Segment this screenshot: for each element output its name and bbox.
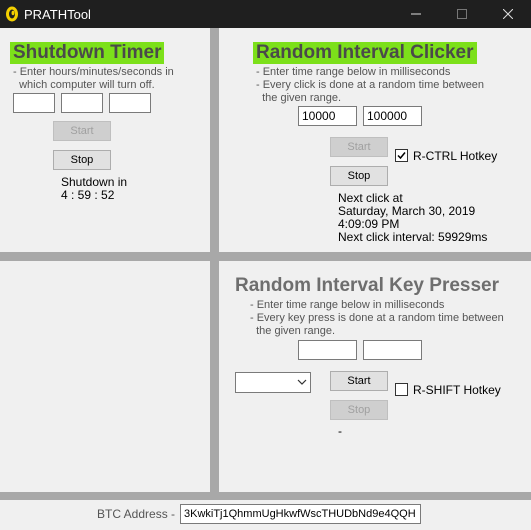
title-bar[interactable]: PRATHTool — [0, 0, 531, 28]
shutdown-start-button[interactable]: Start — [53, 121, 111, 141]
keypresser-max-input[interactable] — [363, 340, 422, 360]
maximize-icon — [457, 9, 467, 19]
shutdown-timer-title: Shutdown Timer — [10, 42, 165, 64]
hours-input[interactable] — [13, 93, 55, 113]
next-click-time: 4:09:09 PM — [338, 217, 400, 231]
rctrl-hotkey-checkbox[interactable] — [395, 149, 408, 162]
minutes-input[interactable] — [61, 93, 103, 113]
rshift-hotkey-label[interactable]: R-SHIFT Hotkey — [413, 383, 501, 397]
rctrl-hotkey-label[interactable]: R-CTRL Hotkey — [413, 149, 497, 163]
minimize-button[interactable] — [393, 0, 439, 28]
clicker-description: - Enter time range below in milliseconds… — [256, 66, 485, 104]
chevron-down-icon — [297, 379, 307, 385]
keypresser-description: - Enter time range below in milliseconds… — [250, 299, 504, 337]
keypresser-min-input[interactable] — [298, 340, 357, 360]
clicker-title: Random Interval Clicker — [253, 42, 477, 64]
clicker-max-input[interactable]: 100000 — [363, 106, 422, 126]
keypresser-start-button[interactable]: Start — [330, 371, 388, 391]
shutdown-stop-button[interactable]: Stop — [53, 150, 111, 170]
clicker-start-button[interactable]: Start — [330, 137, 388, 157]
rshift-hotkey-checkbox[interactable] — [395, 383, 408, 396]
clicker-min-input[interactable]: 10000 — [298, 106, 357, 126]
btc-address-label: BTC Address - — [97, 507, 176, 521]
bottom-divider — [0, 492, 531, 500]
shutdown-description: - Enter hours/minutes/seconds in which c… — [13, 66, 174, 91]
next-click-date: Saturday, March 30, 2019 — [338, 204, 476, 218]
keypresser-status: - — [338, 424, 342, 438]
clicker-stop-button[interactable]: Stop — [330, 166, 388, 186]
horizontal-divider — [0, 252, 531, 261]
shutdown-status-label: Shutdown in — [61, 175, 128, 189]
next-click-interval: Next click interval: 59929ms — [338, 230, 488, 244]
window-title: PRATHTool — [24, 7, 91, 22]
checkmark-icon — [397, 152, 406, 160]
minimize-icon — [411, 13, 421, 15]
close-icon — [503, 9, 513, 19]
seconds-input[interactable] — [109, 93, 151, 113]
keypresser-title: Random Interval Key Presser — [235, 275, 500, 296]
app-logo-icon — [6, 6, 18, 22]
btc-address-field[interactable]: 3KwkiTj1QhmmUgHkwfWscTHUDbNd9e4QQH — [180, 504, 421, 524]
shutdown-countdown: 4 : 59 : 52 — [61, 188, 115, 202]
key-select-dropdown[interactable] — [235, 372, 311, 393]
next-click-header: Next click at — [338, 191, 403, 205]
maximize-button[interactable] — [439, 0, 485, 28]
close-button[interactable] — [485, 0, 531, 28]
keypresser-stop-button[interactable]: Stop — [330, 400, 388, 420]
